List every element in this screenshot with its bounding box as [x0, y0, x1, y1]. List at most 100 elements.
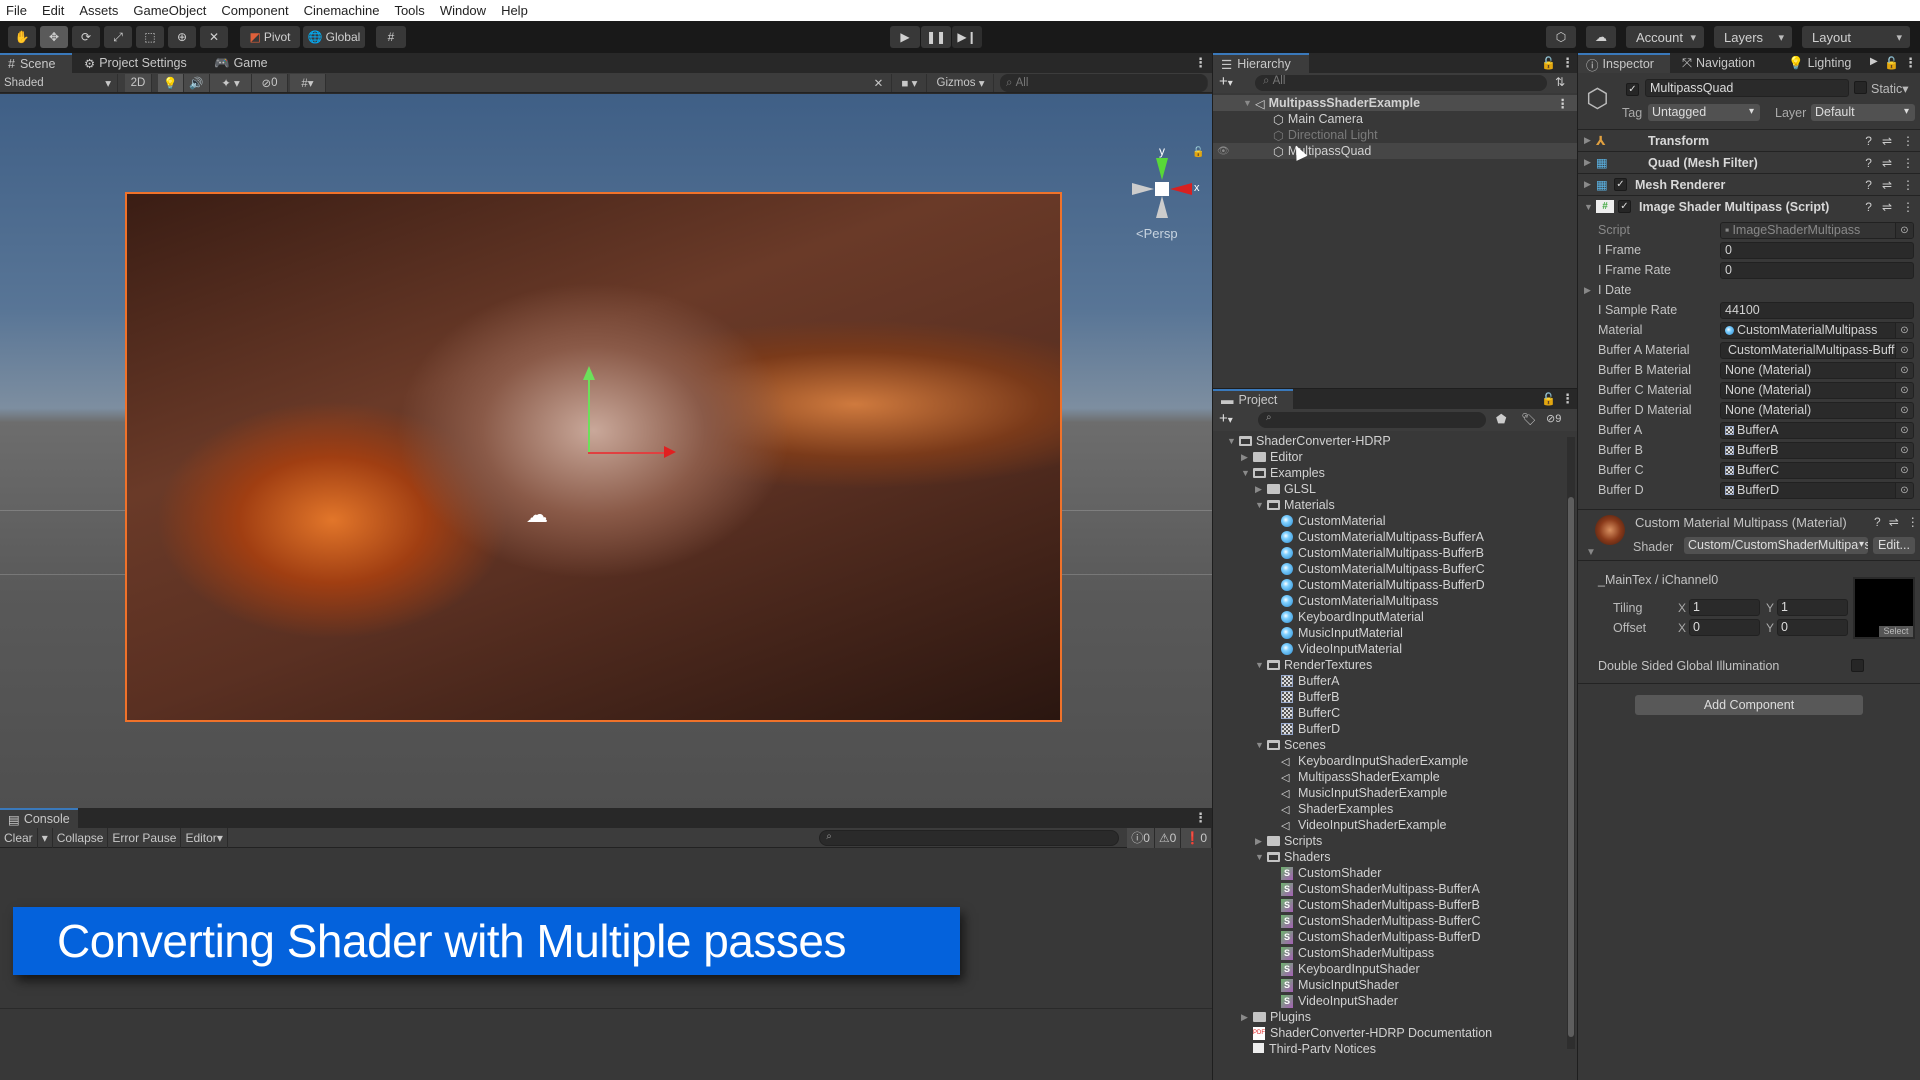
property-label[interactable]: I Date — [1598, 283, 1720, 297]
create-asset-button[interactable]: +▾ — [1219, 410, 1233, 427]
lock-icon[interactable]: 🔓 — [1192, 147, 1204, 158]
property-field[interactable]: BufferA ⊙ — [1720, 421, 1914, 439]
project-item[interactable]: CustomMaterial — [1269, 513, 1386, 529]
help-icon[interactable]: ? — [1865, 156, 1872, 170]
menu-cinemachine[interactable]: Cinemachine — [304, 3, 380, 18]
expand-arrow-icon[interactable]: ▼ — [1255, 740, 1267, 750]
expand-arrow-icon[interactable]: ▶ — [1241, 452, 1253, 463]
expand-arrow-icon[interactable]: ▼ — [1243, 98, 1255, 108]
dsgi-checkbox[interactable] — [1851, 659, 1864, 675]
project-item[interactable]: KeyboardInputMaterial — [1269, 609, 1424, 625]
property-field[interactable]: BufferC ⊙ — [1720, 461, 1914, 479]
custom-tool-button[interactable]: ✕ — [200, 26, 228, 48]
move-gizmo-y[interactable] — [588, 374, 590, 454]
gizmo-y-cone-icon[interactable] — [1156, 158, 1168, 180]
preset-icon[interactable]: ⇌ — [1882, 134, 1892, 148]
project-item[interactable]: S CustomShaderMultipass-BufferC — [1269, 913, 1480, 929]
menu-tools[interactable]: Tools — [394, 3, 424, 18]
project-item[interactable]: VideoInputMaterial — [1269, 641, 1402, 657]
tab-project[interactable]: ▬ Project — [1213, 389, 1293, 409]
audio-toggle[interactable]: 🔊 — [184, 74, 210, 92]
layer-dropdown[interactable]: Default ▾ — [1811, 104, 1915, 121]
project-item[interactable]: CustomMaterialMultipass-BufferB — [1269, 545, 1484, 561]
material-collapse-arrow-icon[interactable]: ▼ — [1586, 547, 1596, 558]
hidden-packages-toggle[interactable]: ⊘9 — [1546, 412, 1561, 425]
project-item[interactable]: ◁ VideoInputShaderExample — [1269, 817, 1447, 833]
collapse-button[interactable]: Collapse — [53, 827, 109, 848]
expand-arrow-icon[interactable]: ▶ — [1584, 285, 1591, 296]
component-transform[interactable]: ▶ ⅄ Transform ? ⇌ ⋮ — [1578, 129, 1920, 151]
property-field[interactable]: 0 — [1720, 261, 1914, 279]
object-picker-icon[interactable]: ⊙ — [1895, 382, 1913, 398]
gizmo-neg-x-cone-icon[interactable] — [1132, 183, 1154, 195]
rotate-tool-button[interactable]: ⟳ — [72, 26, 100, 48]
expand-arrow-icon[interactable]: ▼ — [1241, 468, 1253, 478]
project-search-input[interactable]: ⌕ — [1258, 412, 1486, 428]
create-button[interactable]: +▾ — [1219, 73, 1233, 90]
project-item[interactable]: PDF ShaderConverter-HDRP Documentation — [1241, 1025, 1492, 1041]
scrollbar-thumb[interactable] — [1568, 497, 1574, 1037]
clear-options-dropdown[interactable]: ▾ — [38, 827, 53, 848]
gizmo-neg-z-cone-icon[interactable] — [1156, 196, 1168, 218]
static-dropdown[interactable]: Static▾ — [1871, 81, 1909, 96]
project-item[interactable]: S CustomShaderMultipass-BufferA — [1269, 881, 1480, 897]
expand-arrow-icon[interactable]: ▶ — [1584, 135, 1596, 146]
project-item[interactable]: ▼ RenderTextures — [1255, 657, 1372, 673]
scene-viewport[interactable]: ☁ y x 🔓 <Persp — [0, 94, 1212, 808]
lock-icon[interactable]: 🔓 — [1541, 392, 1556, 406]
lock-icon[interactable]: 🔓 — [1884, 56, 1899, 70]
expand-arrow-icon[interactable]: ▶ — [1584, 179, 1596, 190]
project-item[interactable]: ◁ MusicInputShaderExample — [1269, 785, 1447, 801]
project-item[interactable]: S CustomShaderMultipass — [1269, 945, 1434, 961]
grid-dropdown[interactable]: #▾ — [290, 74, 326, 92]
menu-component[interactable]: Component — [221, 3, 288, 18]
enabled-checkbox[interactable]: ✓ — [1614, 178, 1627, 191]
project-item[interactable]: ▼ Shaders — [1255, 849, 1331, 865]
project-item[interactable]: CustomMaterialMultipass-BufferC — [1269, 561, 1485, 577]
inspector-menu-icon[interactable]: ⋮ — [1904, 55, 1917, 71]
scale-tool-button[interactable]: ⤢ — [104, 26, 132, 48]
filter-by-label-icon[interactable]: 🏷 — [1521, 412, 1536, 426]
menu-gameobject[interactable]: GameObject — [133, 3, 206, 18]
pivot-toggle[interactable]: ◩ Pivot — [240, 26, 300, 48]
filter-by-type-icon[interactable]: ⬟ — [1496, 412, 1506, 426]
offset-y-field[interactable]: 0 — [1777, 619, 1848, 636]
expand-arrow-icon[interactable]: ▶ — [1241, 1012, 1253, 1023]
scene-menu-icon[interactable]: ⋮ — [1194, 55, 1207, 71]
rect-tool-button[interactable]: ⬚ — [136, 26, 164, 48]
project-item[interactable]: ◁ ShaderExamples — [1269, 801, 1393, 817]
menu-assets[interactable]: Assets — [79, 3, 118, 18]
add-component-button[interactable]: Add Component — [1635, 695, 1863, 715]
component-menu-icon[interactable]: ⋮ — [1902, 178, 1914, 192]
active-checkbox[interactable]: ✓ — [1626, 81, 1639, 96]
project-menu-icon[interactable]: ⋮ — [1561, 391, 1574, 407]
component-image-shader-multipass[interactable]: ▼ # ✓ Image Shader Multipass (Script) ? ⇌… — [1578, 195, 1920, 217]
project-item[interactable]: ▼ Examples — [1241, 465, 1325, 481]
tab-scene[interactable]: # Scene — [0, 53, 72, 73]
orientation-gizmo[interactable]: y x 🔓 <Persp — [1122, 144, 1204, 254]
texture-slot[interactable]: Select — [1853, 577, 1915, 639]
tiling-x-field[interactable]: 1 — [1689, 599, 1760, 616]
object-picker-icon[interactable]: ⊙ — [1895, 362, 1913, 378]
pause-button[interactable]: ❚❚ — [921, 26, 951, 48]
menu-help[interactable]: Help — [501, 3, 528, 18]
menu-file[interactable]: File — [6, 3, 27, 18]
hierarchy-search-input[interactable]: ⌕ All — [1255, 75, 1547, 91]
collapse-arrow-icon[interactable]: ▼ — [1584, 202, 1596, 212]
plastic-scm-button[interactable]: ⬡ — [1546, 26, 1576, 48]
expand-arrow-icon[interactable]: ▶ — [1255, 836, 1267, 847]
tab-navigation[interactable]: ⤧ Navigation — [1674, 53, 1763, 73]
property-field[interactable]: BufferB ⊙ — [1720, 441, 1914, 459]
shader-dropdown[interactable]: Custom/CustomShaderMultipass ▾ — [1684, 537, 1868, 554]
object-picker-icon[interactable]: ⊙ — [1895, 222, 1913, 238]
project-item[interactable]: CustomMaterialMultipass-BufferA — [1269, 529, 1484, 545]
console-search-input[interactable]: ⌕ — [819, 829, 1120, 846]
tiling-y-field[interactable]: 1 — [1777, 599, 1848, 616]
project-item[interactable]: ▼ Materials — [1255, 497, 1335, 513]
sort-icon[interactable]: ⇅ — [1555, 75, 1565, 89]
object-picker-icon[interactable]: ⊙ — [1895, 342, 1913, 358]
object-picker-icon[interactable]: ⊙ — [1895, 322, 1913, 338]
shading-mode-dropdown[interactable]: Shaded ▾ — [0, 74, 118, 92]
hierarchy-menu-icon[interactable]: ⋮ — [1561, 55, 1574, 71]
menu-window[interactable]: Window — [440, 3, 486, 18]
